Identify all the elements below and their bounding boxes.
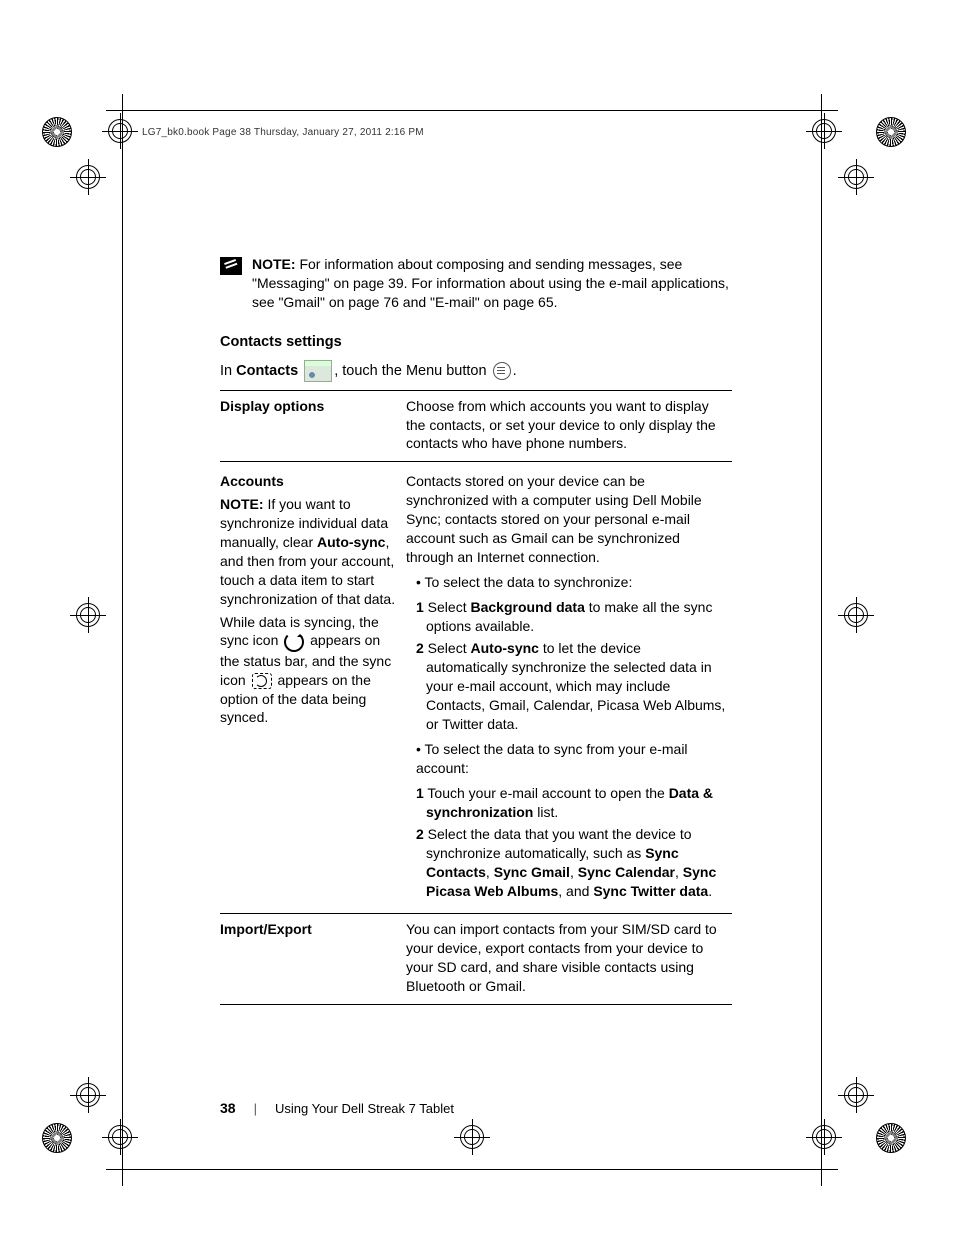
row-title: Accounts xyxy=(220,472,400,491)
contacts-app-icon xyxy=(304,360,332,382)
accounts-desc: Contacts stored on your device can be sy… xyxy=(406,472,726,566)
print-mark-disc xyxy=(876,1123,906,1153)
bullet: To select the data to synchronize: xyxy=(416,573,726,592)
registration-mark xyxy=(844,603,868,627)
registration-mark xyxy=(460,1125,484,1149)
page-scan: LG7_bk0.book Page 38 Thursday, January 2… xyxy=(50,95,904,1185)
sync-option-icon xyxy=(252,673,272,689)
section-heading: Contacts settings xyxy=(220,334,732,350)
note-body: For information about composing and send… xyxy=(252,256,729,310)
row-display-options: Display options Choose from which accoun… xyxy=(220,390,732,462)
settings-table: Display options Choose from which accoun… xyxy=(220,390,732,1005)
registration-mark xyxy=(844,165,868,189)
note-label: NOTE: xyxy=(252,256,296,272)
step-2: 2 Select Auto-sync to let the device aut… xyxy=(416,639,726,733)
registration-mark xyxy=(76,165,100,189)
registration-mark xyxy=(844,1083,868,1107)
menu-button-icon xyxy=(493,362,511,380)
step-1b: 1 Touch your e-mail account to open the … xyxy=(416,784,726,822)
intro-line: In Contacts , touch the Menu button . xyxy=(220,360,732,382)
footer-text: Using Your Dell Streak 7 Tablet xyxy=(275,1101,454,1116)
accounts-sync-note: While data is syncing, the sync icon app… xyxy=(220,613,400,728)
row-title: Import/Export xyxy=(220,921,312,937)
registration-mark xyxy=(76,603,100,627)
row-desc: You can import contacts from your SIM/SD… xyxy=(406,914,732,1005)
registration-mark xyxy=(76,1083,100,1107)
running-header: LG7_bk0.book Page 38 Thursday, January 2… xyxy=(142,127,424,138)
row-import-export: Import/Export You can import contacts fr… xyxy=(220,914,732,1005)
page-content: NOTE: For information about composing an… xyxy=(220,255,732,1005)
print-mark-disc xyxy=(42,117,72,147)
sync-statusbar-icon xyxy=(284,632,304,652)
print-mark-disc xyxy=(42,1123,72,1153)
registration-mark xyxy=(812,119,836,143)
registration-mark xyxy=(812,1125,836,1149)
note-block: NOTE: For information about composing an… xyxy=(220,255,732,312)
page-footer: 38 | Using Your Dell Streak 7 Tablet xyxy=(220,1100,454,1116)
step-1: 1 Select Background data to make all the… xyxy=(416,598,726,636)
registration-mark xyxy=(108,119,132,143)
note-text: NOTE: For information about composing an… xyxy=(252,255,732,312)
footer-separator: | xyxy=(254,1101,257,1116)
note-icon xyxy=(220,257,242,275)
row-accounts: Accounts NOTE: If you want to synchroniz… xyxy=(220,462,732,914)
row-title: Display options xyxy=(220,398,324,414)
print-mark-disc xyxy=(876,117,906,147)
page-number: 38 xyxy=(220,1100,236,1116)
accounts-note: NOTE: If you want to synchronize individ… xyxy=(220,495,400,608)
registration-mark xyxy=(108,1125,132,1149)
row-desc: Choose from which accounts you want to d… xyxy=(406,390,732,462)
bullet: To select the data to sync from your e-m… xyxy=(416,740,726,778)
step-2b: 2 Select the data that you want the devi… xyxy=(416,825,726,901)
